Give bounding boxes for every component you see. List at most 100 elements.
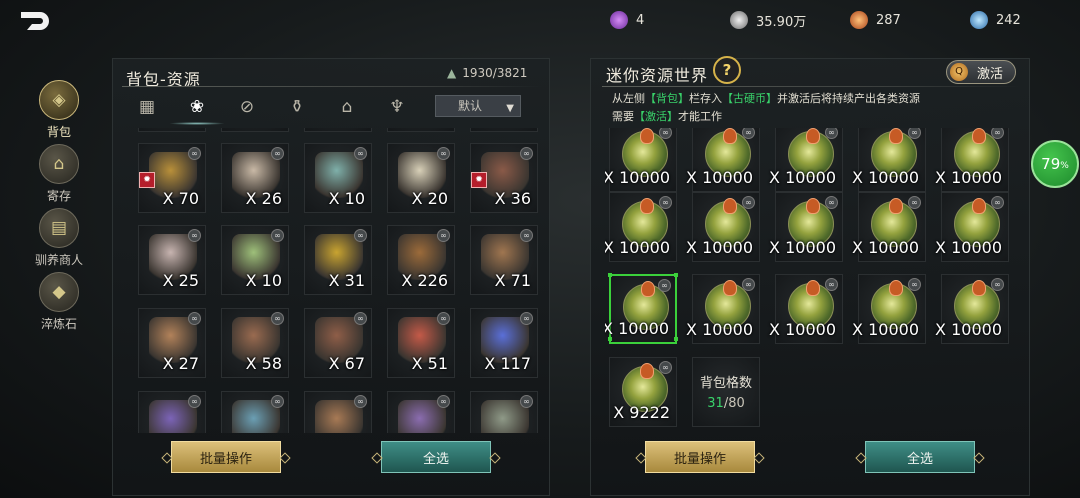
bind-icon: ∞ bbox=[742, 128, 755, 139]
tab-trophies[interactable]: ♆ bbox=[383, 95, 411, 119]
inventory-slot[interactable]: ∞ ✹ X 70 bbox=[138, 143, 206, 213]
bind-icon: ∞ bbox=[188, 312, 201, 325]
coin-quantity: X 10000 bbox=[769, 320, 836, 339]
coin-slot[interactable]: ∞ X 10000 bbox=[769, 192, 843, 262]
inventory-slot[interactable]: ∞ bbox=[304, 391, 372, 433]
special-badge-icon: ✹ bbox=[139, 172, 155, 188]
inventory-slot[interactable]: ∞ X 10 bbox=[221, 225, 289, 295]
bind-icon: ∞ bbox=[908, 278, 921, 291]
bind-icon: ∞ bbox=[520, 229, 533, 242]
desc-text: 并激活后将持续产出各类资源 bbox=[777, 92, 920, 105]
coin-slot[interactable]: ∞ X 10000 bbox=[852, 192, 926, 262]
sidebar-item-merchant[interactable]: ▤ 驯养商人 bbox=[35, 208, 83, 268]
bind-icon: ∞ bbox=[659, 128, 672, 139]
item-quantity: X 25 bbox=[162, 271, 199, 290]
tab-unbound[interactable]: ⊘ bbox=[233, 95, 261, 119]
inventory-slot[interactable]: ∞ X 10 bbox=[304, 143, 372, 213]
coin-slot[interactable]: ∞ X 10000 bbox=[935, 128, 1009, 192]
title-divider bbox=[602, 86, 1022, 87]
desc-highlight: 【激活】 bbox=[634, 110, 678, 123]
inventory-slot[interactable]: ∞ X 27 bbox=[138, 308, 206, 378]
tab-potions[interactable]: ⚱ bbox=[283, 95, 311, 119]
coin-quantity: X 10000 bbox=[935, 238, 1002, 257]
bind-icon: ∞ bbox=[991, 278, 1004, 291]
inventory-slot[interactable]: ∞ bbox=[221, 391, 289, 433]
coin-slot[interactable]: ∞ X 10000 bbox=[686, 128, 760, 192]
inventory-slot[interactable]: ∞ bbox=[470, 391, 538, 433]
title-divider bbox=[122, 86, 542, 87]
bind-icon: ∞ bbox=[354, 147, 367, 160]
inventory-slot[interactable]: ∞ bbox=[387, 391, 455, 433]
currency-purple: 4 bbox=[610, 8, 644, 32]
bind-icon: ∞ bbox=[520, 395, 533, 408]
inventory-slot[interactable]: ∞ X 51 bbox=[387, 308, 455, 378]
trophy-icon: ♆ bbox=[389, 97, 405, 117]
sidebar-item-stone[interactable]: ◆ 淬炼石 bbox=[36, 272, 82, 332]
inventory-slot[interactable]: ∞ X 117 bbox=[470, 308, 538, 378]
sidebar-item-bag[interactable]: ◈ 背包 bbox=[36, 80, 82, 140]
coin-slot[interactable]: ∞ X 10000 bbox=[605, 273, 678, 344]
inventory-slot[interactable]: ∞ X 31 bbox=[304, 225, 372, 295]
coin-quantity: X 10000 bbox=[935, 320, 1002, 339]
tab-all[interactable]: ▦ bbox=[133, 95, 161, 119]
sidebar-item-label: 驯养商人 bbox=[34, 253, 83, 267]
mini-world-batch-operation-button[interactable]: 批量操作 bbox=[645, 441, 755, 473]
house-icon: ⌂ bbox=[39, 144, 79, 184]
coin-quantity: X 10000 bbox=[769, 238, 836, 257]
coin-slot[interactable]: ∞ X 10000 bbox=[686, 274, 760, 344]
chevron-down-icon: ▼ bbox=[506, 103, 514, 114]
tab-buildings[interactable]: ⌂ bbox=[333, 95, 361, 119]
inventory-slot[interactable]: ∞ X 67 bbox=[304, 308, 372, 378]
inventory-slot[interactable]: ∞ X 58 bbox=[221, 308, 289, 378]
backpack-capacity: ▲ 1930/3821 bbox=[447, 66, 527, 80]
coin-slot[interactable]: ∞ X 10000 bbox=[686, 192, 760, 262]
inventory-slot[interactable] bbox=[138, 128, 206, 132]
production-progress-badge: 79% bbox=[1031, 140, 1079, 188]
coin-slot[interactable]: ∞ X 10000 bbox=[769, 128, 843, 192]
select-all-button[interactable]: 全选 bbox=[381, 441, 491, 473]
tab-resources[interactable]: ❀ bbox=[169, 95, 225, 125]
currency-fire: 287 bbox=[850, 8, 901, 32]
sort-dropdown[interactable]: 默认 ▼ bbox=[435, 95, 521, 117]
back-icon[interactable] bbox=[18, 8, 52, 34]
mini-world-select-all-button[interactable]: 全选 bbox=[865, 441, 975, 473]
selection-corner bbox=[674, 273, 678, 277]
bind-icon: ∞ bbox=[742, 278, 755, 291]
inventory-slot[interactable]: ∞ X 26 bbox=[221, 143, 289, 213]
inventory-slot[interactable] bbox=[470, 128, 538, 132]
coin-quantity: X 10000 bbox=[852, 320, 919, 339]
help-icon[interactable]: ? bbox=[713, 56, 741, 84]
merchant-stall-icon: ▤ bbox=[39, 208, 79, 248]
coin-slot[interactable]: ∞ X 10000 bbox=[852, 128, 926, 192]
coin-slot[interactable]: ∞ X 10000 bbox=[935, 192, 1009, 262]
coin-slot[interactable]: ∞ X 10000 bbox=[769, 274, 843, 344]
bind-icon: ∞ bbox=[354, 312, 367, 325]
potion-icon: ⚱ bbox=[289, 97, 305, 117]
inventory-slot[interactable] bbox=[304, 128, 372, 132]
inventory-slot[interactable]: ∞ ✹ X 36 bbox=[470, 143, 538, 213]
coin-quantity: X 9222 bbox=[613, 403, 670, 422]
inventory-slot[interactable]: ∞ X 226 bbox=[387, 225, 455, 295]
desc-highlight: 【背包】 bbox=[645, 92, 689, 105]
inventory-slot[interactable]: ∞ X 20 bbox=[387, 143, 455, 213]
activate-button[interactable]: Q 激活 bbox=[946, 60, 1016, 84]
coin-slot[interactable]: ∞ X 9222 bbox=[609, 357, 677, 427]
inventory-slot[interactable] bbox=[387, 128, 455, 132]
batch-operation-button[interactable]: 批量操作 bbox=[171, 441, 281, 473]
sidebar-item-storage[interactable]: ⌂ 寄存 bbox=[36, 144, 82, 204]
coin-slot[interactable]: ∞ X 10000 bbox=[935, 274, 1009, 344]
inventory-slot[interactable]: ∞ bbox=[138, 391, 206, 433]
progress-unit: % bbox=[1060, 161, 1069, 171]
inventory-slot[interactable]: ∞ X 25 bbox=[138, 225, 206, 295]
resources-icon: ❀ bbox=[189, 97, 205, 117]
inventory-slot[interactable] bbox=[221, 128, 289, 132]
coin-slot[interactable]: ∞ X 10000 bbox=[605, 128, 677, 192]
bind-icon: ∞ bbox=[271, 312, 284, 325]
bind-icon: ∞ bbox=[658, 279, 671, 292]
coin-slot[interactable]: ∞ X 10000 bbox=[852, 274, 926, 344]
inventory-slot[interactable]: ∞ X 71 bbox=[470, 225, 538, 295]
bind-icon: ∞ bbox=[437, 229, 450, 242]
item-quantity: X 36 bbox=[494, 189, 531, 208]
coin-slot[interactable]: ∞ X 10000 bbox=[605, 192, 677, 262]
special-badge-icon: ✹ bbox=[471, 172, 487, 188]
